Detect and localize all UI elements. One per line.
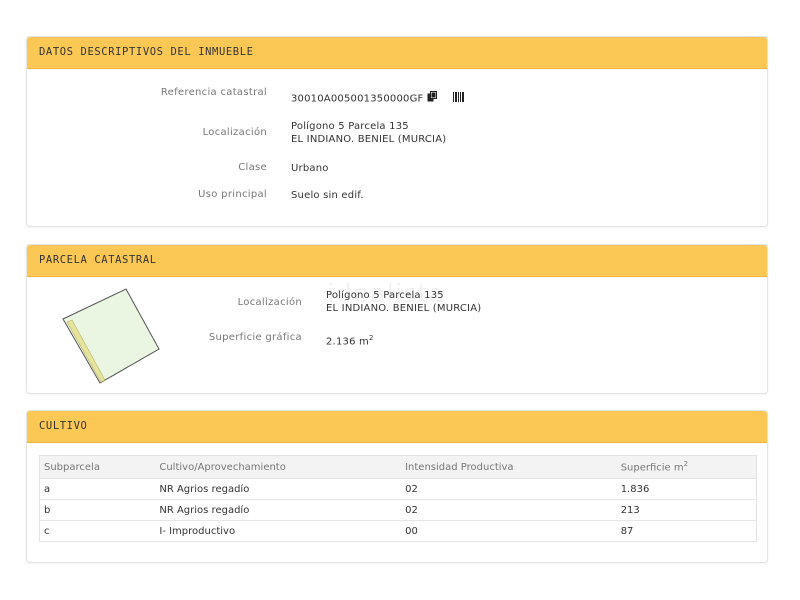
- cell-intensidad: 00: [401, 520, 617, 542]
- cell-cultivo: I- Improductivo: [155, 520, 402, 542]
- col-intensidad: Intensidad Productiva: [401, 455, 617, 479]
- table-row: a NR Agrios regadío 02 1.836: [39, 478, 757, 500]
- parcela-catastral-panel: PARCELA CATASTRAL idealista Localización…: [26, 244, 768, 394]
- clase-label: Clase: [238, 162, 267, 173]
- datos-descriptivos-panel: DATOS DESCRIPTIVOS DEL INMUEBLE Referenc…: [26, 36, 768, 227]
- parcela-localizacion-line2: EL INDIANO. BENIEL (MURCIA): [326, 303, 482, 314]
- referencia-catastral-value: 30010A005001350000GF: [291, 91, 465, 106]
- datos-descriptivos-header: DATOS DESCRIPTIVOS DEL INMUEBLE: [27, 37, 767, 69]
- clase-value: Urbano: [291, 163, 329, 174]
- superficie-exponent: 2: [368, 334, 374, 342]
- cell-intensidad: 02: [401, 478, 617, 500]
- cell-cultivo: NR Agrios regadío: [155, 478, 402, 500]
- referencia-catastral-label: Referencia catastral: [160, 87, 267, 98]
- cell-intensidad: 02: [401, 499, 617, 521]
- referencia-catastral-text[interactable]: 30010A005001350000GF: [291, 94, 424, 105]
- uso-principal-label: Uso principal: [198, 189, 267, 200]
- parcela-catastral-header: PARCELA CATASTRAL: [27, 245, 767, 277]
- col-superficie-exponent: 2: [683, 460, 689, 469]
- cultivo-header: CULTIVO: [27, 411, 767, 443]
- col-superficie-text: Superficie m: [620, 462, 684, 474]
- cell-subparcela: b: [39, 499, 156, 521]
- table-header-row: Subparcela Cultivo/Aprovechamiento Inten…: [39, 455, 757, 479]
- parcela-localizacion-line1: Polígono 5 Parcela 135: [326, 290, 444, 301]
- barcode-icon[interactable]: [453, 91, 465, 106]
- cell-superficie: 213: [616, 499, 757, 521]
- superficie-grafica-text: 2.136 m: [326, 336, 369, 348]
- cell-cultivo: NR Agrios regadío: [155, 499, 402, 521]
- cell-superficie: 1.836: [616, 478, 757, 500]
- superficie-grafica-label: Superficie gráfica: [208, 332, 302, 343]
- localizacion-label: Localización: [202, 127, 267, 138]
- parcela-localizacion-value: Polígono 5 Parcela 135 EL INDIANO. BENIE…: [326, 289, 481, 315]
- col-superficie: Superficie m2: [616, 455, 757, 479]
- cultivo-table: Subparcela Cultivo/Aprovechamiento Inten…: [39, 455, 757, 542]
- parcela-localizacion-label: Localización: [237, 297, 302, 308]
- localizacion-line2: EL INDIANO. BENIEL (MURCIA): [291, 134, 447, 145]
- col-cultivo: Cultivo/Aprovechamiento: [155, 455, 402, 479]
- cultivo-panel: CULTIVO Subparcela Cultivo/Aprovechamien…: [26, 410, 768, 563]
- table-row: b NR Agrios regadío 02 213: [39, 499, 757, 521]
- localizacion-line1: Polígono 5 Parcela 135: [291, 121, 409, 132]
- cell-subparcela: c: [39, 520, 156, 542]
- copy-icon[interactable]: [427, 91, 438, 106]
- cell-superficie: 87: [616, 520, 757, 542]
- col-subparcela: Subparcela: [39, 455, 156, 479]
- table-row: c I- Improductivo 00 87: [39, 520, 757, 542]
- superficie-grafica-value: 2.136 m2: [326, 332, 374, 348]
- cell-subparcela: a: [39, 478, 156, 500]
- localizacion-value: Polígono 5 Parcela 135 EL INDIANO. BENIE…: [291, 120, 446, 146]
- uso-principal-value: Suelo sin edif.: [291, 190, 364, 201]
